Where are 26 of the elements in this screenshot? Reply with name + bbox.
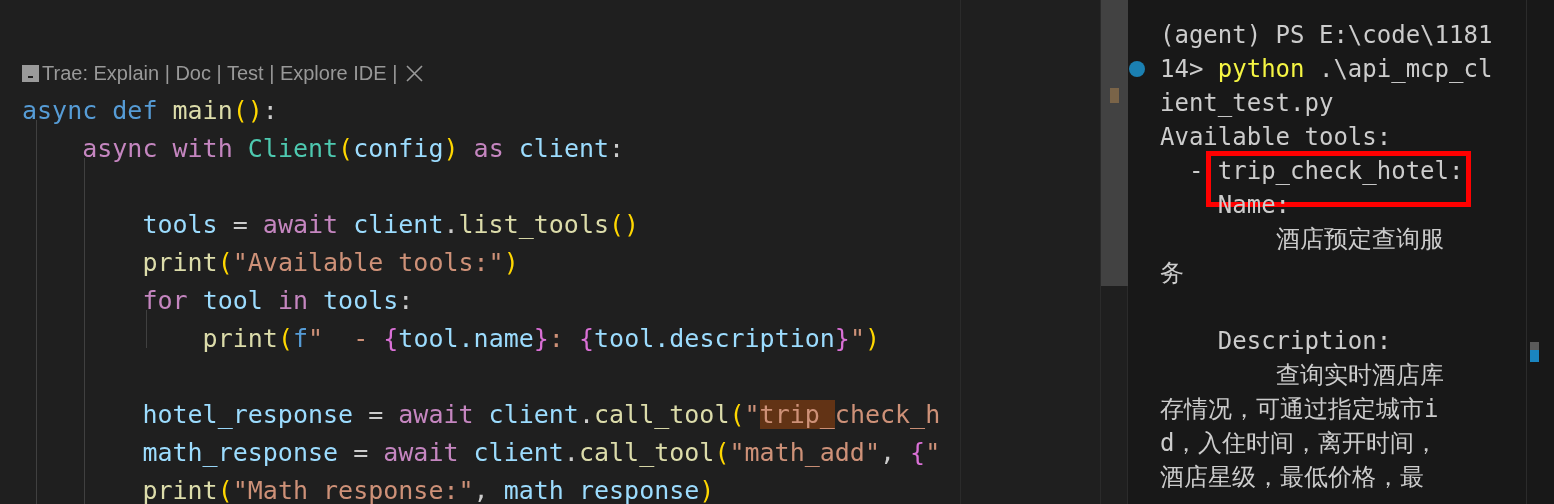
close-icon[interactable] [405, 64, 423, 82]
terminal-line: 务 [1160, 259, 1184, 287]
code-line: print(f" - {tool.name}: {tool.description}") [201, 324, 881, 353]
terminal-line: 存情况，可通过指定城市i [1160, 395, 1439, 423]
code-line: tools = await client.list_tools() [141, 210, 640, 239]
scrollbar-thumb[interactable] [1101, 0, 1128, 286]
code-line: print("Available tools:") [141, 248, 519, 277]
terminal-line: 酒店星级，最低价格，最 [1160, 463, 1424, 491]
terminal-line: d，入住时间，离开时间， [1160, 429, 1439, 457]
scrollbar-marker [1110, 88, 1119, 103]
terminal-line: - trip_check_hotel: [1160, 157, 1464, 185]
terminal-line: Available tools: [1160, 123, 1392, 151]
code-line: for tool in tools: [141, 286, 414, 315]
terminal-line: 14> python .\api_mcp_cl [1160, 55, 1493, 83]
terminal-line: 查询实时酒店库 [1274, 361, 1444, 389]
code-lens-actions[interactable]: Trae: Explain | Doc | Test | Explore IDE | [42, 54, 403, 92]
trae-logo-icon [22, 64, 39, 82]
terminal-line: (agent) PS E:\code\1181 [1160, 21, 1493, 49]
code-line: async with Client(config) as client: [81, 134, 625, 163]
code-line: math_response = await client.call_tool("math_add", {" [141, 438, 941, 467]
terminal-line: ient_test.py [1160, 89, 1334, 117]
code-line: hotel_response = await client.call_tool("trip_check_h [141, 400, 941, 429]
terminal-line: Description: [1216, 327, 1392, 355]
code-line: async def main(): [22, 96, 278, 125]
terminal-line: 酒店预定查询服 [1274, 225, 1444, 253]
code-line: print("Math response:", math_response) [141, 476, 715, 504]
